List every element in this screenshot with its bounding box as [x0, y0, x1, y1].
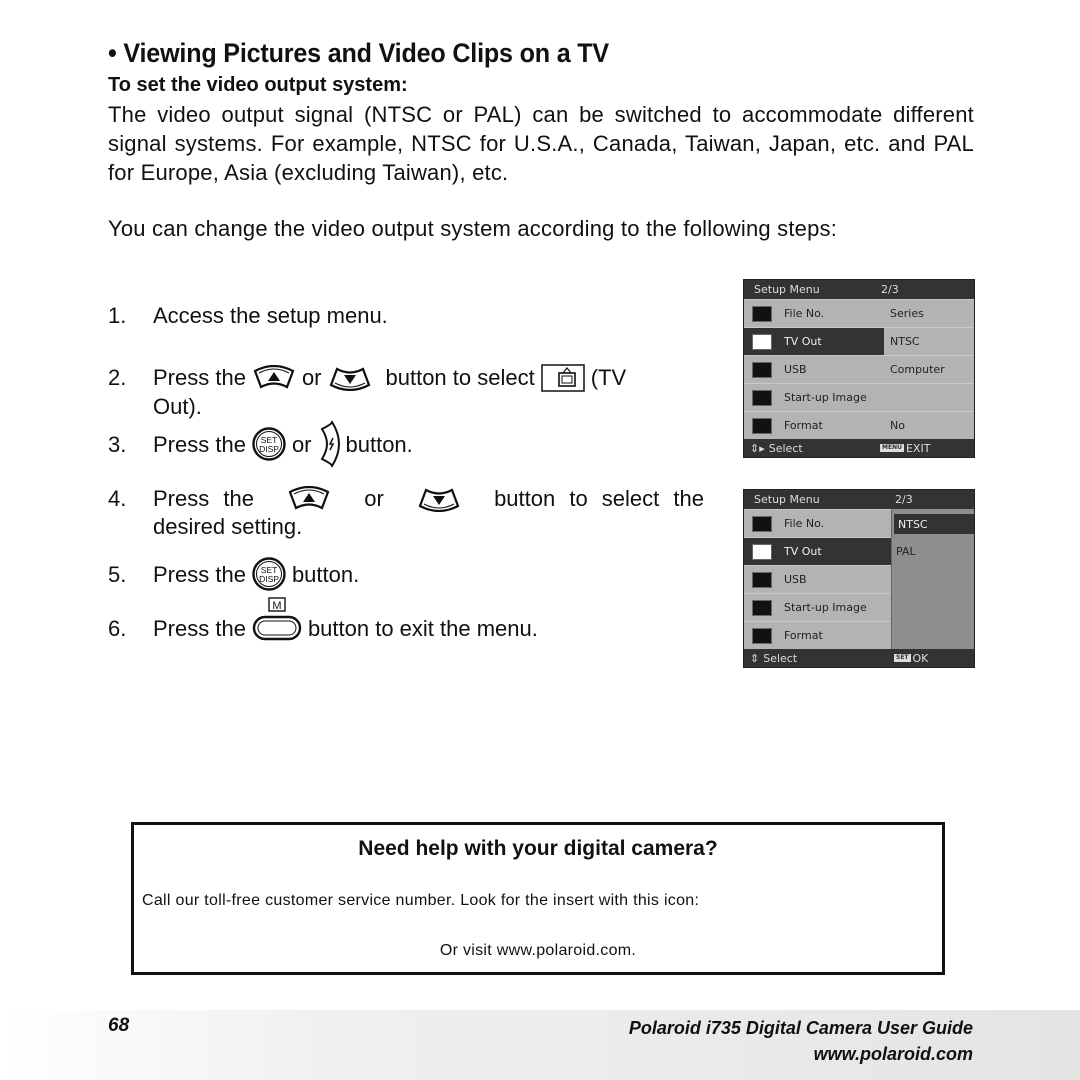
- set-key-icon: SET: [894, 654, 911, 662]
- menu-key-icon: MENU: [880, 444, 904, 452]
- step-text: button to exit the menu.: [307, 616, 538, 641]
- up-down-arrows-icon: ⇕: [750, 651, 760, 665]
- menu-item-format[interactable]: Format No: [744, 411, 974, 439]
- navigate-arrows-icon: ⇕▸: [750, 441, 765, 455]
- step-1: 1. Access the setup menu.: [108, 301, 388, 330]
- step-6: 6. Press the M button to exit the menu.: [108, 596, 538, 643]
- step-2-continuation: Out).: [153, 394, 202, 419]
- set-disp-button-icon: SET DISP: [252, 427, 286, 461]
- guide-website[interactable]: www.polaroid.com: [629, 1041, 973, 1067]
- menu-item-tv-out[interactable]: TV Out: [744, 537, 891, 565]
- section-subheading: To set the video output system:: [108, 74, 408, 96]
- lead-paragraph: You can change the video output system a…: [108, 216, 838, 241]
- page-number: 68: [108, 1015, 130, 1036]
- help-heading: Need help with your digital camera?: [358, 837, 718, 860]
- menu-item-startup-image[interactable]: Start-up Image: [744, 383, 974, 411]
- step-number: 3.: [108, 431, 127, 457]
- option-pal[interactable]: PAL: [892, 541, 974, 561]
- step-5: 5. Press the SET DISP button.: [108, 557, 359, 591]
- down-button-icon: [418, 487, 460, 512]
- menu-key-label: M: [272, 600, 281, 612]
- menu-page: 2/3: [895, 493, 913, 506]
- menu-item-tv-out[interactable]: TV Out NTSC: [744, 327, 974, 355]
- step-3: 3. Press the SET DISP or button.: [108, 421, 413, 467]
- help-line-call: Call our toll-free customer service numb…: [142, 892, 700, 909]
- menu-item-file-no[interactable]: File No.: [744, 509, 891, 537]
- up-button-icon: [253, 364, 295, 389]
- guide-footer: Polaroid i735 Digital Camera User Guide …: [629, 1015, 973, 1067]
- page-title: • Viewing Pictures and Video Clips on a …: [108, 38, 609, 68]
- menu-title: Setup Menu: [754, 493, 820, 506]
- step-text: Press the: [153, 561, 246, 587]
- step-2: 2. Press the or button to select (TV: [108, 363, 626, 392]
- step-text: Press the: [153, 431, 246, 457]
- svg-text:DISP: DISP: [259, 574, 279, 584]
- step-number: 6.: [108, 616, 127, 641]
- menu-item-usb[interactable]: USB: [744, 565, 891, 593]
- help-line-visit: Or visit www.polaroid.com.: [439, 942, 637, 959]
- guide-title: Polaroid i735 Digital Camera User Guide: [628, 1018, 973, 1038]
- help-box: Need help with your digital camera? Call…: [131, 822, 945, 975]
- menu-item-file-no[interactable]: File No. Series: [744, 299, 974, 327]
- step-text: button to select: [385, 365, 535, 390]
- step-number: 4.: [108, 486, 127, 511]
- svg-text:DISP: DISP: [259, 444, 279, 454]
- step-number: 5.: [108, 561, 127, 587]
- menu-item-format[interactable]: Format: [744, 621, 891, 649]
- step-number: 1.: [108, 303, 127, 328]
- step-4-continuation: desired setting.: [153, 514, 303, 539]
- menu-page: 2/3: [881, 283, 899, 296]
- step-4: 4. Press the or button to select the: [108, 484, 704, 513]
- menu-footer: ⇕▸ Select MENU EXIT: [744, 439, 974, 457]
- step-text: button to select the: [494, 486, 704, 511]
- setup-menu-screen-2: Setup Menu 2/3 File No. TV Out USB Start…: [743, 489, 975, 668]
- menu-header: Setup Menu 2/3: [744, 280, 974, 299]
- menu-button-icon: M: [252, 596, 302, 641]
- format-icon: [752, 417, 772, 434]
- menu-header: Setup Menu 2/3: [744, 490, 974, 509]
- tv-out-options: NTSC PAL: [891, 509, 974, 649]
- step-text: or: [364, 486, 384, 511]
- step-text: button.: [291, 561, 360, 587]
- step-text: (TV: [590, 365, 627, 390]
- usb-icon: [752, 361, 772, 378]
- set-disp-button-icon: SET DISP: [252, 557, 286, 591]
- step-text: Press the: [153, 365, 246, 390]
- down-button-icon: [329, 366, 370, 391]
- file-no-icon: [752, 515, 772, 532]
- file-no-icon: [752, 305, 772, 322]
- step-number: 2.: [108, 365, 127, 390]
- up-button-icon: [288, 485, 330, 510]
- option-ntsc[interactable]: NTSC: [894, 514, 974, 534]
- tv-icon: [752, 333, 772, 350]
- usb-icon: [752, 571, 772, 588]
- step-text: button.: [345, 431, 413, 457]
- intro-paragraph: The video output signal (NTSC or PAL) ca…: [108, 102, 974, 185]
- startup-image-icon: [752, 389, 772, 406]
- menu-footer: ⇕ Select SET OK: [744, 649, 974, 667]
- format-icon: [752, 627, 772, 644]
- menu-item-usb[interactable]: USB Computer: [744, 355, 974, 383]
- menu-title: Setup Menu: [754, 283, 820, 296]
- step-text: Press the: [153, 486, 254, 511]
- menu-item-startup-image[interactable]: Start-up Image: [744, 593, 891, 621]
- flash-button-icon: [320, 421, 340, 467]
- setup-menu-screen-1: Setup Menu 2/3 File No. Series TV Out NT…: [743, 279, 975, 458]
- step-text: Access the setup menu.: [153, 303, 388, 328]
- startup-image-icon: [752, 599, 772, 616]
- tv-icon: [752, 543, 772, 560]
- step-text: or: [291, 431, 312, 457]
- tv-out-icon: [540, 363, 585, 392]
- step-text: Press the: [153, 616, 246, 641]
- step-text: or: [301, 365, 322, 390]
